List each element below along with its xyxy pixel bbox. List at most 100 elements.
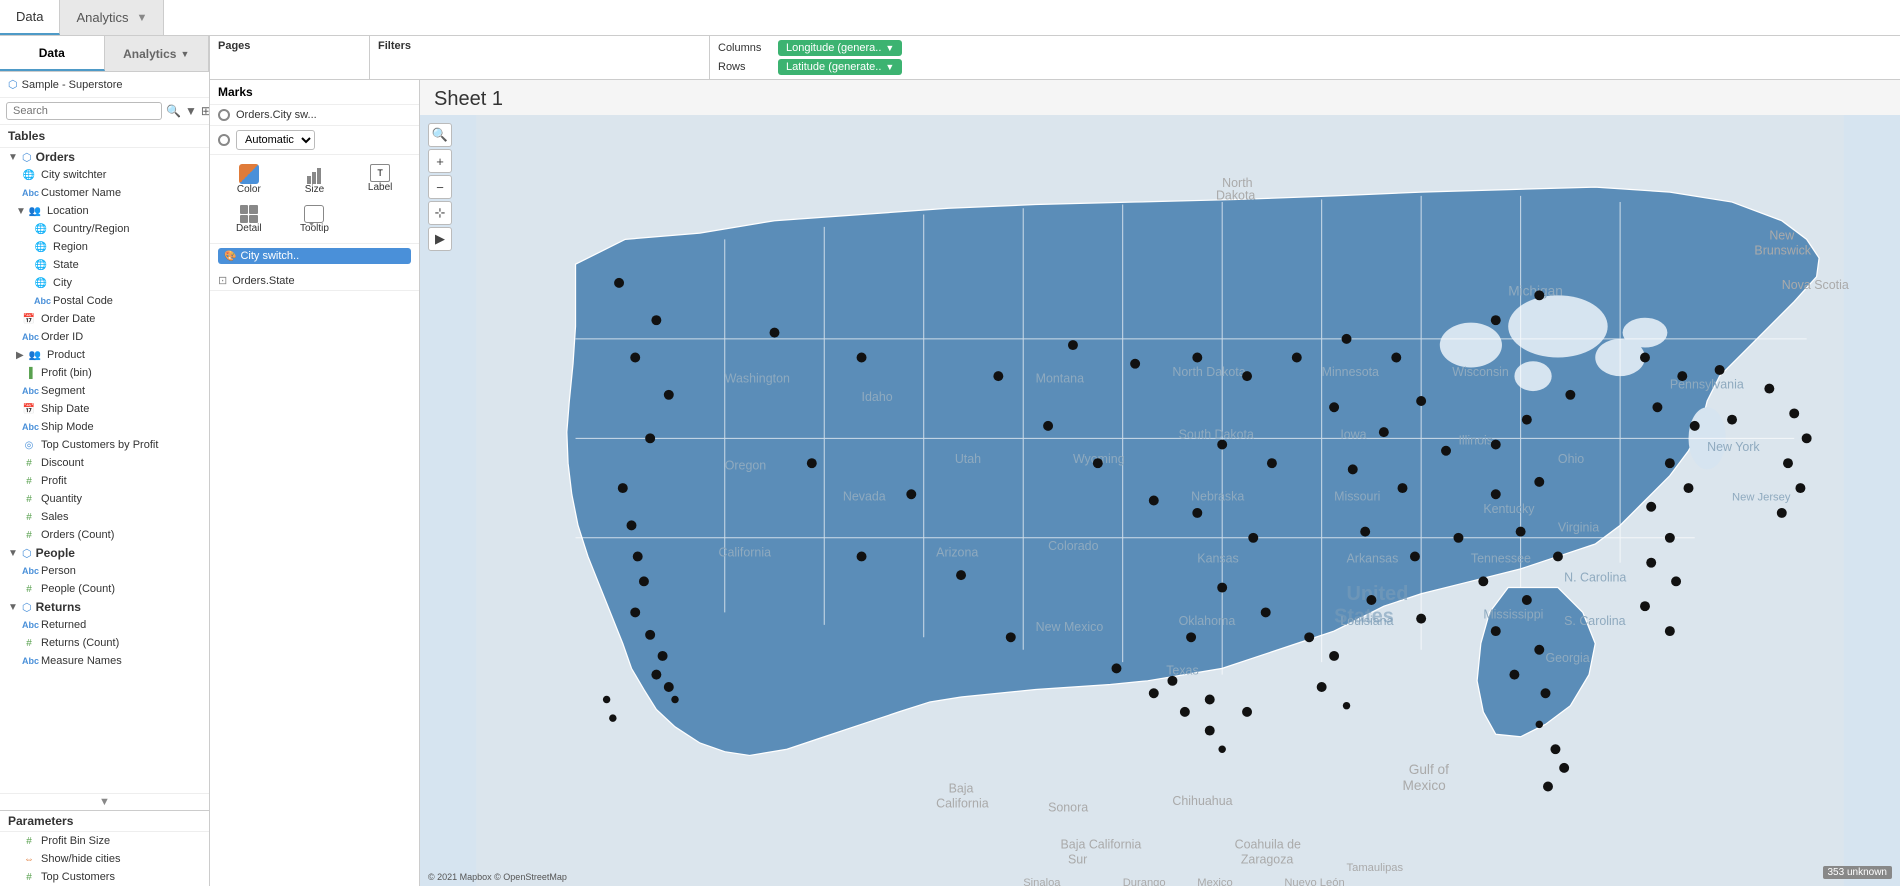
map-zoom-out-btn[interactable]: − <box>428 175 452 199</box>
rows-pill[interactable]: Latitude (generate.. ▼ <box>778 59 902 75</box>
tab-analytics[interactable]: Analytics ▼ <box>60 0 164 35</box>
tab-data[interactable]: Data <box>0 0 60 35</box>
section-orders[interactable]: ▼ ⬡ Orders <box>0 148 209 166</box>
marks-color-btn[interactable]: Color <box>218 161 280 198</box>
columns-pill[interactable]: Longitude (genera.. ▼ <box>778 40 902 56</box>
field-order-id[interactable]: Abc Order ID <box>0 328 209 346</box>
field-product-group[interactable]: ▶ 👥 Product <box>0 346 209 364</box>
detail-icon-grid <box>240 205 258 223</box>
marks-color-pill[interactable]: 🎨 City switch.. <box>218 248 411 264</box>
abc-icon-3: Abc <box>22 332 36 342</box>
svg-text:Baja California: Baja California <box>1061 838 1142 852</box>
field-people-count[interactable]: # People (Count) <box>0 580 209 598</box>
marks-fields: 🎨 City switch.. <box>210 244 419 271</box>
map-pin-btn[interactable]: ⊹ <box>428 201 452 225</box>
section-people[interactable]: ▼ ⬡ People <box>0 544 209 562</box>
param-profit-bin-size[interactable]: # Profit Bin Size <box>0 832 209 850</box>
param-show-hide-cities[interactable]: ⇔ Show/hide cities <box>0 850 209 868</box>
svg-text:Georgia: Georgia <box>1546 651 1590 665</box>
view-area: Sheet 1 🔍 + − ⊹ <box>420 80 1900 886</box>
abc-icon-4: Abc <box>22 386 36 396</box>
field-profit-bin[interactable]: ▐ Profit (bin) <box>0 364 209 382</box>
marks-type-row: Automatic Bar Line Area Circle Square Te… <box>210 126 419 155</box>
svg-text:Texas: Texas <box>1166 664 1198 678</box>
svg-text:Sonora: Sonora <box>1048 800 1088 814</box>
orders-toggle: ▼ <box>8 152 18 163</box>
tab-analytics-close[interactable]: ▼ <box>137 12 148 24</box>
field-ship-mode[interactable]: Abc Ship Mode <box>0 418 209 436</box>
field-profit[interactable]: # Profit <box>0 472 209 490</box>
svg-text:Mississippi: Mississippi <box>1483 608 1543 622</box>
field-quantity[interactable]: # Quantity <box>0 490 209 508</box>
color-pill-text: City switch.. <box>240 250 299 262</box>
marks-layer-row[interactable]: Orders.City sw... <box>210 105 419 126</box>
people-label: People <box>36 546 75 560</box>
left-tab-data[interactable]: Data <box>0 36 105 71</box>
map-arrow-btn[interactable]: ▶ <box>428 227 452 251</box>
field-orders-count[interactable]: # Orders (Count) <box>0 526 209 544</box>
hash-icon: # <box>22 458 36 469</box>
field-person[interactable]: Abc Person <box>0 562 209 580</box>
field-order-date[interactable]: 📅 Order Date <box>0 310 209 328</box>
marks-type-select[interactable]: Automatic Bar Line Area Circle Square Te… <box>236 130 315 150</box>
svg-text:Mexico: Mexico <box>1402 778 1446 793</box>
field-measure-names[interactable]: Abc Measure Names <box>0 652 209 670</box>
field-country-region[interactable]: 🌐 Country/Region <box>0 220 209 238</box>
field-postal-code[interactable]: Abc Postal Code <box>0 292 209 310</box>
tab-analytics-label: Analytics <box>76 10 128 25</box>
marks-type-circle <box>218 134 230 146</box>
rows-shelf: Rows Latitude (generate.. ▼ <box>718 59 1892 75</box>
svg-text:Gulf of: Gulf of <box>1409 762 1449 777</box>
field-region[interactable]: 🌐 Region <box>0 238 209 256</box>
filter-icon[interactable]: ▼ <box>185 104 197 118</box>
columns-pill-text: Longitude (genera.. <box>786 42 881 54</box>
field-segment[interactable]: Abc Segment <box>0 382 209 400</box>
field-city[interactable]: 🌐 City <box>0 274 209 292</box>
parameters-header: Parameters <box>0 810 209 832</box>
parameters-list: # Profit Bin Size ⇔ Show/hide cities # T… <box>0 832 209 886</box>
svg-text:Baja: Baja <box>949 782 974 796</box>
field-customer-name[interactable]: Abc Customer Name <box>0 184 209 202</box>
rows-label: Rows <box>718 61 778 73</box>
search-input[interactable] <box>6 102 162 120</box>
marks-tooltip-btn[interactable]: Tooltip <box>284 202 346 237</box>
hash-icon-9: # <box>22 872 36 883</box>
marks-detail-btn[interactable]: Detail <box>218 202 280 237</box>
field-returned[interactable]: Abc Returned <box>0 616 209 634</box>
pages-title: Pages <box>218 40 361 52</box>
field-list: ▼ ⬡ Orders 🌐 City switchter Abc Customer… <box>0 148 209 793</box>
svg-text:North Dakota: North Dakota <box>1172 365 1245 379</box>
param-top-customers[interactable]: # Top Customers <box>0 868 209 886</box>
search-icon[interactable]: 🔍 <box>166 104 181 118</box>
people-icon: ⬡ <box>22 547 32 560</box>
arrow-icon: ▶ <box>435 231 445 247</box>
field-top-customers[interactable]: ◎ Top Customers by Profit <box>0 436 209 454</box>
field-ship-date[interactable]: 📅 Ship Date <box>0 400 209 418</box>
shelf-area: Pages Filters Columns Longitude (genera.… <box>210 36 1900 80</box>
field-sales[interactable]: # Sales <box>0 508 209 526</box>
field-location-group[interactable]: ▼ 👥 Location <box>0 202 209 220</box>
section-returns[interactable]: ▼ ⬡ Returns <box>0 598 209 616</box>
grid-icon[interactable]: ⊞ <box>201 104 210 118</box>
map-container[interactable]: 🔍 + − ⊹ ▶ <box>420 115 1900 886</box>
svg-text:Chihuahua: Chihuahua <box>1172 794 1232 808</box>
scroll-down-arrow[interactable]: ▼ <box>0 793 209 810</box>
datasource-name: Sample - Superstore <box>22 79 123 91</box>
left-tab-analytics[interactable]: Analytics ▼ <box>105 36 210 71</box>
map-zoom-in-btn[interactable]: + <box>428 149 452 173</box>
field-city-switcher[interactable]: 🌐 City switchter <box>0 166 209 184</box>
marks-label-btn[interactable]: T Label <box>349 161 411 198</box>
datasource-row[interactable]: ⬡ Sample - Superstore <box>0 72 209 98</box>
field-returns-count[interactable]: # Returns (Count) <box>0 634 209 652</box>
marks-detail-field[interactable]: ⊡ Orders.State <box>210 271 419 291</box>
map-search-btn[interactable]: 🔍 <box>428 123 452 147</box>
marks-size-btn[interactable]: Size <box>284 161 346 198</box>
middle-section: Marks Orders.City sw... Automatic Bar Li… <box>210 80 1900 886</box>
top-tab-bar: Data Analytics ▼ <box>0 0 1900 36</box>
map-copyright: © 2021 Mapbox © OpenStreetMap <box>428 872 567 882</box>
svg-text:United: United <box>1347 583 1409 605</box>
field-discount[interactable]: # Discount <box>0 454 209 472</box>
tab-data-label: Data <box>16 9 43 24</box>
calendar-icon: 📅 <box>22 314 36 325</box>
field-state[interactable]: 🌐 State <box>0 256 209 274</box>
